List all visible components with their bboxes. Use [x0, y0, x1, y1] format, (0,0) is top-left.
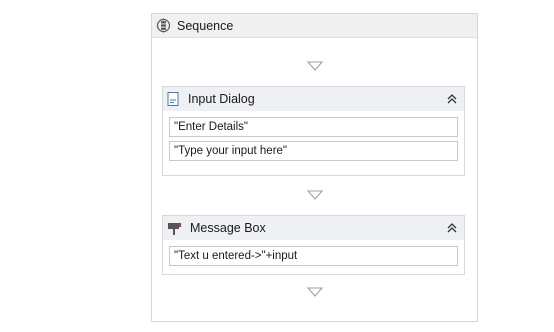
input-dialog-icon	[167, 92, 180, 106]
drop-arrow-icon	[306, 61, 323, 71]
drop-arrow-icon	[306, 287, 323, 297]
drop-zone-arrow[interactable]	[152, 190, 477, 200]
message-box-icon	[167, 222, 182, 235]
input-dialog-title-field[interactable]: "Enter Details"	[169, 117, 458, 137]
message-box-header[interactable]: Message Box	[163, 216, 464, 240]
message-box-text-field[interactable]: "Text u entered->"+input	[169, 246, 458, 266]
sequence-header[interactable]: Sequence	[152, 14, 477, 38]
input-dialog-label-field[interactable]: "Type your input here"	[169, 141, 458, 161]
input-dialog-title: Input Dialog	[188, 92, 255, 106]
sequence-title: Sequence	[177, 18, 234, 33]
input-dialog-header[interactable]: Input Dialog	[163, 87, 464, 111]
sequence-icon	[156, 18, 171, 33]
sequence-container[interactable]: Sequence Input Dialog "Enter Details" "T…	[151, 13, 478, 322]
drop-zone-arrow[interactable]	[152, 61, 477, 71]
chevron-double-up-icon[interactable]	[446, 222, 458, 234]
input-dialog-activity[interactable]: Input Dialog "Enter Details" "Type your …	[162, 86, 465, 176]
message-box-activity[interactable]: Message Box "Text u entered->"+input	[162, 215, 465, 275]
drop-arrow-icon	[306, 190, 323, 200]
chevron-double-up-icon[interactable]	[446, 93, 458, 105]
message-box-title: Message Box	[190, 221, 266, 235]
drop-zone-arrow[interactable]	[152, 287, 477, 297]
